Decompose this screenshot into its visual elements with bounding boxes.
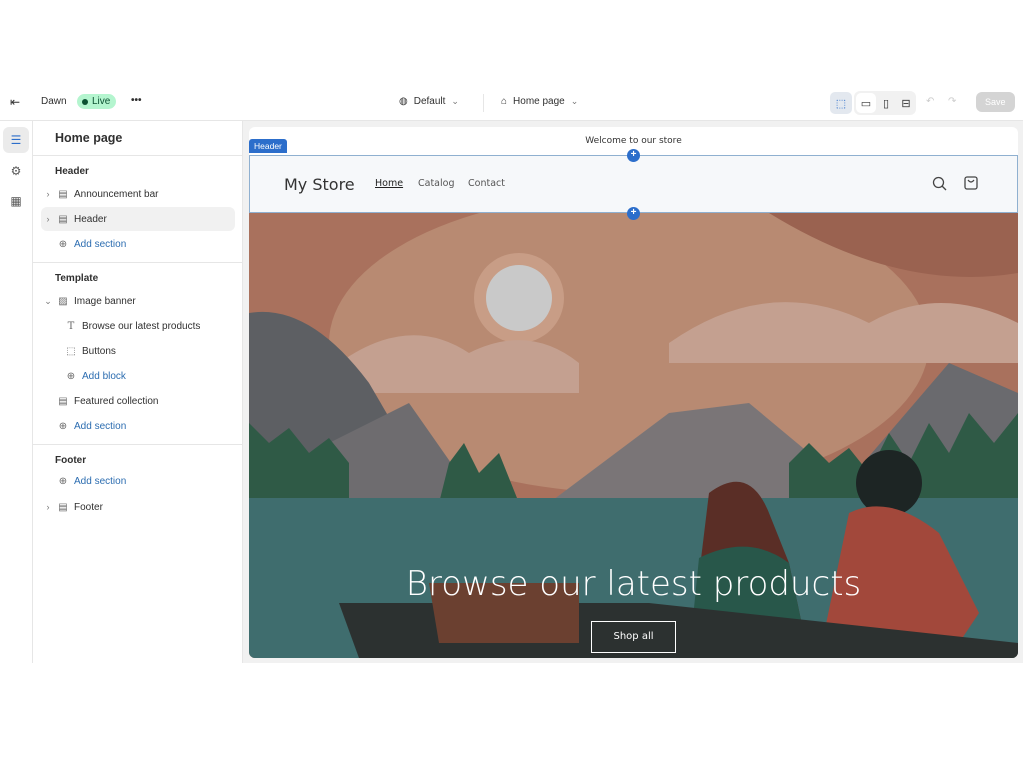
divider xyxy=(33,262,243,263)
mobile-icon: ▯ xyxy=(882,97,890,110)
store-preview: Welcome to our store Header + My Store H… xyxy=(243,121,1023,663)
template-select-label: Default xyxy=(413,96,446,107)
section-icon: ▤ xyxy=(58,395,68,407)
store-logo[interactable]: My Store xyxy=(284,175,355,194)
divider xyxy=(33,155,243,156)
group-template: Template xyxy=(55,273,99,284)
sidebar-item-footer[interactable]: › ▤ Footer xyxy=(41,495,235,519)
top-bar: ⇤ Dawn Live ••• ◍ Default ⌄ ⌂ Home page ⌄ ⬚ … xyxy=(0,85,1023,121)
chevron-right-icon: › xyxy=(46,214,50,224)
globe-icon: ◍ xyxy=(399,96,408,107)
sections-icon: ☰ xyxy=(10,133,22,147)
plus-circle-icon: ⊕ xyxy=(58,238,68,250)
inspector-toggle-button[interactable]: ⬚ xyxy=(830,92,852,114)
plus-circle-icon: ⊕ xyxy=(58,420,68,432)
sidebar-item-image-banner[interactable]: ⌄ ▨ Image banner xyxy=(41,289,235,313)
add-section-header-button[interactable]: ⊕ Add section xyxy=(41,232,235,256)
exit-icon[interactable]: ⇤ xyxy=(10,95,20,109)
mobile-view-button[interactable]: ▯ xyxy=(876,93,896,113)
theme-name: Dawn xyxy=(41,96,67,107)
group-header: Header xyxy=(55,166,89,177)
home-icon: ⌂ xyxy=(501,96,508,107)
page-title: Home page xyxy=(55,131,123,145)
page-select-label: Home page xyxy=(513,96,565,107)
section-icon: ▤ xyxy=(58,501,68,513)
desktop-view-button[interactable]: ▭ xyxy=(856,93,876,113)
plus-circle-icon: ⊕ xyxy=(58,475,68,487)
chevron-down-icon: ⌄ xyxy=(570,96,579,106)
preview-frame: Welcome to our store Header + My Store H… xyxy=(249,127,1018,658)
sidebar-item-header[interactable]: › ▤ Header xyxy=(41,207,235,231)
button-cursor-icon: ⬚ xyxy=(66,345,76,357)
chevron-right-icon: › xyxy=(46,502,50,512)
icon-rail: ☰ ⚙ ▦ xyxy=(0,121,33,663)
sidebar: Home page Header › ▤ Announcement bar › ▤ He… xyxy=(33,121,243,663)
page-select[interactable]: ⌂ Home page ⌄ xyxy=(501,96,578,107)
item-label: Add section xyxy=(74,475,127,487)
cart-icon[interactable] xyxy=(963,175,979,191)
search-icon[interactable] xyxy=(932,176,948,192)
chevron-down-icon: ⌄ xyxy=(44,295,52,306)
store-header[interactable]: My Store Home Catalog Contact xyxy=(249,155,1018,213)
section-icon: ▤ xyxy=(58,213,68,225)
header-section-tag[interactable]: Header xyxy=(249,139,287,153)
image-icon: ▨ xyxy=(58,295,68,307)
shop-all-button[interactable]: Shop all xyxy=(591,621,676,653)
group-footer: Footer xyxy=(55,455,87,466)
hero-heading: Browse our latest products xyxy=(405,564,862,604)
apps-icon: ▦ xyxy=(10,194,22,208)
item-label: Header xyxy=(74,213,107,225)
template-select[interactable]: ◍ Default ⌄ xyxy=(399,96,459,107)
plus-circle-icon: ⊕ xyxy=(66,370,76,382)
divider xyxy=(483,94,484,112)
section-icon: ▤ xyxy=(58,188,68,200)
nav-contact[interactable]: Contact xyxy=(468,178,505,189)
text-icon: T xyxy=(67,320,75,332)
add-section-below-button[interactable]: + xyxy=(627,207,640,220)
more-actions-button[interactable]: ••• xyxy=(131,95,142,106)
chevron-down-icon: ⌄ xyxy=(451,96,459,106)
item-label: Buttons xyxy=(82,345,116,357)
add-section-footer-button[interactable]: ⊕ Add section xyxy=(41,469,235,493)
status-dot xyxy=(82,98,88,105)
chevron-right-icon: › xyxy=(46,189,50,199)
nav-home[interactable]: Home xyxy=(375,178,403,189)
status-label: Live xyxy=(92,96,111,107)
item-label: Announcement bar xyxy=(74,188,159,200)
sidebar-item-announcement-bar[interactable]: › ▤ Announcement bar xyxy=(41,182,235,206)
item-label: Add section xyxy=(74,238,127,250)
save-button[interactable]: Save xyxy=(976,92,1015,112)
item-label: Add block xyxy=(82,370,126,382)
select-cursor-icon: ⬚ xyxy=(835,97,847,110)
item-label: Featured collection xyxy=(74,395,159,407)
sections-nav-button[interactable]: ☰ xyxy=(3,127,29,153)
sidebar-block-heading[interactable]: T Browse our latest products xyxy=(41,314,235,338)
add-section-above-button[interactable]: + xyxy=(627,149,640,162)
theme-settings-button[interactable]: ⚙ xyxy=(3,158,29,184)
apps-button[interactable]: ▦ xyxy=(3,188,29,214)
item-label: Image banner xyxy=(74,295,136,307)
divider xyxy=(33,444,243,445)
desktop-icon: ▭ xyxy=(860,97,872,110)
item-label: Browse our latest products xyxy=(82,320,201,332)
item-label: Footer xyxy=(74,501,103,513)
gear-icon: ⚙ xyxy=(10,164,22,178)
sidebar-block-buttons[interactable]: ⬚ Buttons xyxy=(41,339,235,363)
add-section-template-button[interactable]: ⊕ Add section xyxy=(41,414,235,438)
nav-catalog[interactable]: Catalog xyxy=(418,178,454,189)
status-badge: Live xyxy=(77,94,117,109)
sidebar-item-featured-collection[interactable]: ▤ Featured collection xyxy=(41,389,235,413)
item-label: Add section xyxy=(74,420,127,432)
undo-button[interactable]: ↶ xyxy=(926,96,934,107)
fullscreen-icon: ⊟ xyxy=(901,97,911,110)
redo-button[interactable]: ↷ xyxy=(948,96,956,107)
add-block-button[interactable]: ⊕ Add block xyxy=(41,364,235,388)
fullscreen-view-button[interactable]: ⊟ xyxy=(896,93,916,113)
